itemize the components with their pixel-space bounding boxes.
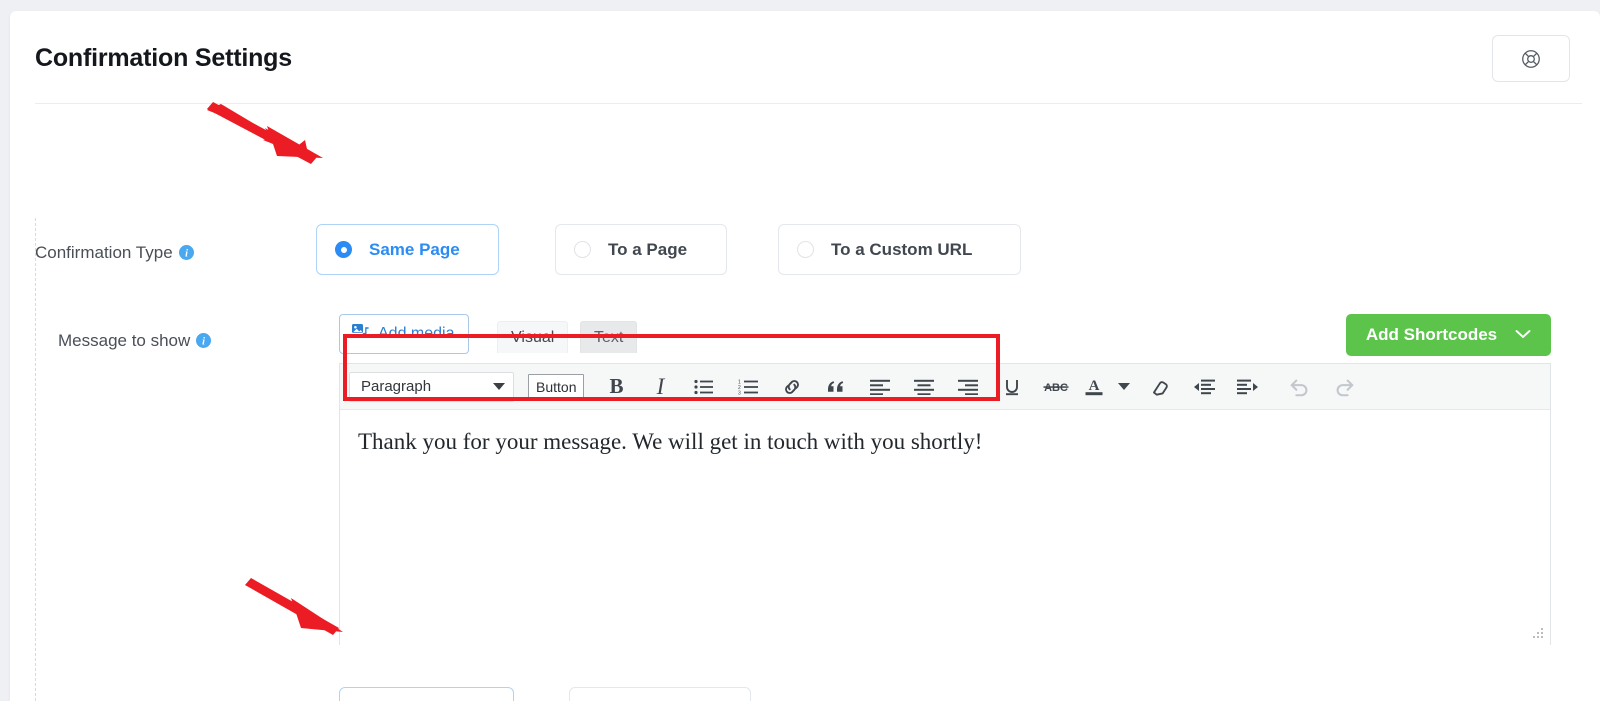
confirmation-settings-card: Confirmation Settings Confirmation Type … bbox=[10, 11, 1600, 701]
strikethrough-icon[interactable]: ABC bbox=[1034, 367, 1078, 407]
editor-message-text: Thank you for your message. We will get … bbox=[358, 429, 983, 454]
blockquote-icon[interactable] bbox=[814, 367, 858, 407]
redo-icon[interactable] bbox=[1322, 367, 1366, 407]
tab-text[interactable]: Text bbox=[580, 321, 638, 353]
link-icon[interactable] bbox=[770, 367, 814, 407]
help-button[interactable] bbox=[1492, 35, 1570, 82]
rich-text-editor: Add media Visual Text Add Shortcodes Par… bbox=[339, 311, 1551, 645]
card-header: Confirmation Settings bbox=[10, 11, 1600, 104]
media-icon bbox=[351, 322, 371, 347]
add-media-label: Add media bbox=[378, 325, 455, 342]
outdent-icon[interactable] bbox=[1182, 367, 1226, 407]
svg-text:3: 3 bbox=[738, 390, 741, 395]
bold-icon[interactable]: B bbox=[594, 367, 638, 407]
add-shortcodes-button[interactable]: Add Shortcodes bbox=[1346, 314, 1551, 356]
caret-down-icon bbox=[493, 383, 505, 390]
add-media-button[interactable]: Add media bbox=[339, 314, 469, 354]
info-icon[interactable]: i bbox=[196, 333, 212, 353]
svg-text:A: A bbox=[1089, 378, 1100, 394]
radio-dot bbox=[335, 241, 352, 258]
radio-confirmation-type-to-a-custom-url[interactable]: To a Custom URL bbox=[778, 224, 1021, 275]
radio-label: To a Page bbox=[608, 239, 688, 259]
screen-root: Confirmation Settings Confirmation Type … bbox=[0, 0, 1600, 701]
radio-label: To a Custom URL bbox=[831, 239, 973, 259]
radio-confirmation-type-to-a-page[interactable]: To a Page bbox=[555, 224, 727, 275]
format-select-value: Paragraph bbox=[361, 378, 432, 395]
editor-topbar: Add media Visual Text Add Shortcodes bbox=[339, 311, 1551, 363]
editor-box: Paragraph Button B I 1 2 3 ABC A Thank y… bbox=[339, 363, 1551, 645]
italic-icon[interactable]: I bbox=[638, 367, 682, 407]
undo-icon[interactable] bbox=[1278, 367, 1322, 407]
radio-after-submission-reset-form[interactable]: Reset Form bbox=[569, 687, 751, 701]
clear-formatting-icon[interactable] bbox=[1138, 367, 1182, 407]
format-select[interactable]: Paragraph bbox=[349, 371, 514, 402]
svg-text:i: i bbox=[202, 336, 205, 347]
numbered-list-icon[interactable]: 1 2 3 bbox=[726, 367, 770, 407]
indent-icon[interactable] bbox=[1226, 367, 1270, 407]
radio-dot bbox=[797, 241, 814, 258]
text-color-icon[interactable]: A bbox=[1078, 367, 1110, 407]
svg-text:ABC: ABC bbox=[1045, 382, 1069, 394]
section-guide-line bbox=[35, 218, 36, 701]
svg-text:i: i bbox=[185, 248, 188, 259]
bulleted-list-icon[interactable] bbox=[682, 367, 726, 407]
align-center-icon[interactable] bbox=[902, 367, 946, 407]
editor-toolbar: Paragraph Button B I 1 2 3 ABC A bbox=[340, 364, 1550, 410]
text-color-caret-icon[interactable] bbox=[1110, 367, 1138, 407]
header-divider bbox=[35, 103, 1582, 104]
align-left-icon[interactable] bbox=[858, 367, 902, 407]
radio-confirmation-type-same-page[interactable]: Same Page bbox=[316, 224, 499, 275]
info-icon[interactable]: i bbox=[178, 245, 194, 265]
tab-visual[interactable]: Visual bbox=[497, 321, 569, 353]
page-title: Confirmation Settings bbox=[35, 44, 292, 72]
add-shortcodes-label: Add Shortcodes bbox=[1365, 325, 1498, 344]
button-shortcode-token[interactable]: Button bbox=[528, 374, 585, 399]
resize-grip-icon[interactable] bbox=[1531, 627, 1545, 641]
editor-content-area[interactable]: Thank you for your message. We will get … bbox=[340, 410, 1550, 645]
lifebuoy-icon bbox=[1520, 48, 1542, 70]
radio-dot bbox=[574, 241, 591, 258]
align-right-icon[interactable] bbox=[946, 367, 990, 407]
radio-label: Same Page bbox=[369, 239, 460, 259]
radio-after-submission-hide-form[interactable]: Hide Form bbox=[339, 687, 514, 701]
message-to-show-label: Message to show i bbox=[58, 331, 212, 353]
underline-icon[interactable] bbox=[990, 367, 1034, 407]
chevron-down-icon bbox=[1515, 326, 1531, 344]
confirmation-type-label: Confirmation Type i bbox=[35, 243, 194, 265]
